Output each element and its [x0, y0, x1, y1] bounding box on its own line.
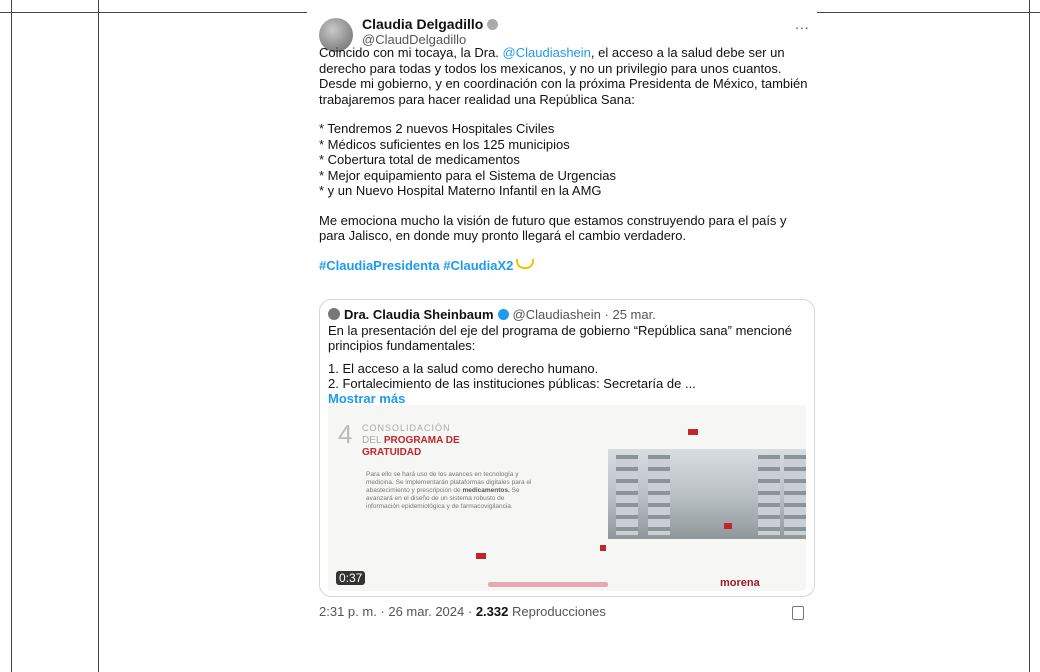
- verified-badge-icon: [487, 19, 499, 30]
- author-name-text[interactable]: Claudia Delgadillo: [362, 16, 483, 32]
- quote-author-name[interactable]: Dra. Claudia Sheinbaum: [344, 307, 494, 322]
- tweet-body: Coincido con mi tocaya, la Dra. @Claudia…: [319, 45, 809, 273]
- author-name[interactable]: Claudia Delgadillo: [362, 16, 499, 32]
- tweet-closing: Me emociona mucho la visión de futuro qu…: [319, 212, 787, 244]
- shelf-rack: [616, 455, 638, 535]
- bullet-item: * Mejor equipamiento para el Sistema de …: [319, 167, 616, 183]
- accent-block: [476, 553, 486, 559]
- mention-link[interactable]: @Claudiashein: [503, 45, 591, 60]
- warehouse-photo: [608, 449, 806, 539]
- hashtags-line: #ClaudiaPresidenta #ClaudiaX2: [319, 258, 809, 274]
- quoted-tweet[interactable]: Dra. Claudia Sheinbaum @Claudiashein · 25…: [319, 299, 815, 597]
- slide-title-line3: GRATUIDAD: [362, 447, 422, 458]
- slide-title-prefix: DEL: [362, 435, 384, 446]
- quote-date[interactable]: · 25 mar.: [601, 307, 656, 322]
- verified-badge-icon: [497, 309, 509, 320]
- view-count: 2.332: [475, 604, 509, 619]
- document-frame-right: [1029, 0, 1030, 672]
- shelf-rack: [784, 455, 806, 535]
- quote-author-handle[interactable]: @Claudiashein: [513, 307, 601, 322]
- bullet-item: * Tendremos 2 nuevos Hospitales Civiles: [319, 121, 555, 136]
- slide-title-line2: DEL PROGRAMA DE: [362, 435, 460, 446]
- tweet-intro: Coincido con mi tocaya, la Dra. @Claudia…: [319, 45, 809, 107]
- video-duration: 0:37: [336, 571, 366, 585]
- slide-number: 4: [338, 419, 353, 449]
- accent-block: [688, 429, 698, 435]
- tweet-card: Claudia Delgadillo @ClaudDelgadillo ... …: [307, 12, 817, 628]
- video-thumbnail[interactable]: 4 CONSOLIDACIÓN DEL PROGRAMA DE GRATUIDA…: [328, 405, 806, 591]
- tweet-footer: 2:31 p. m. · 26 mar. 2024 · 2.332 Reprod…: [319, 604, 606, 619]
- tweet-timestamp[interactable]: 2:31 p. m. · 26 mar. 2024 ·: [319, 604, 476, 619]
- shelf-rack: [758, 455, 780, 535]
- quote-avatar[interactable]: [328, 308, 340, 320]
- shelf-rack: [648, 455, 670, 535]
- bullet-item: * Cobertura total de medicamentos: [319, 152, 520, 167]
- slide-title-line1: CONSOLIDACIÓN: [362, 423, 451, 433]
- bookmark-icon[interactable]: [792, 606, 804, 620]
- more-options-icon[interactable]: ...: [795, 16, 810, 32]
- bullet-item: * Médicos suficientes en los 125 municip…: [319, 136, 570, 152]
- bullet-item: * y un Nuevo Hospital Materno Infantil e…: [319, 183, 602, 198]
- slide-title-bold: PROGRAMA DE: [383, 435, 460, 446]
- document-column-divider: [98, 0, 99, 672]
- smile-emoji-icon: [516, 258, 535, 269]
- slide-footer-bar: [488, 582, 608, 587]
- accent-block: [724, 523, 732, 529]
- slide-desc-bold: medicamentos.: [462, 487, 510, 494]
- quote-text: En la presentación del eje del programa …: [328, 323, 808, 406]
- quote-item: 2. Fortalecimiento de las instituciones …: [328, 376, 696, 391]
- accent-block: [600, 545, 606, 551]
- document-frame-left: [0, 0, 12, 672]
- views-label: Reproducciones: [508, 604, 606, 619]
- hashtag-links[interactable]: #ClaudiaPresidenta #ClaudiaX2: [319, 258, 513, 273]
- quote-item: 1. El acceso a la salud como derecho hum…: [328, 361, 599, 376]
- slide-description: Para ello se hará uso de los avances en …: [366, 471, 536, 511]
- show-more-link[interactable]: Mostrar más: [328, 391, 808, 406]
- brand-logo: morena: [720, 577, 760, 589]
- tweet-bullet-list: * Tendremos 2 nuevos Hospitales Civiles …: [319, 121, 809, 199]
- intro-text: Coincido con mi tocaya, la Dra.: [319, 45, 503, 60]
- quote-header: Dra. Claudia Sheinbaum @Claudiashein · 25…: [328, 307, 656, 322]
- quote-paragraph: En la presentación del eje del programa …: [328, 323, 792, 353]
